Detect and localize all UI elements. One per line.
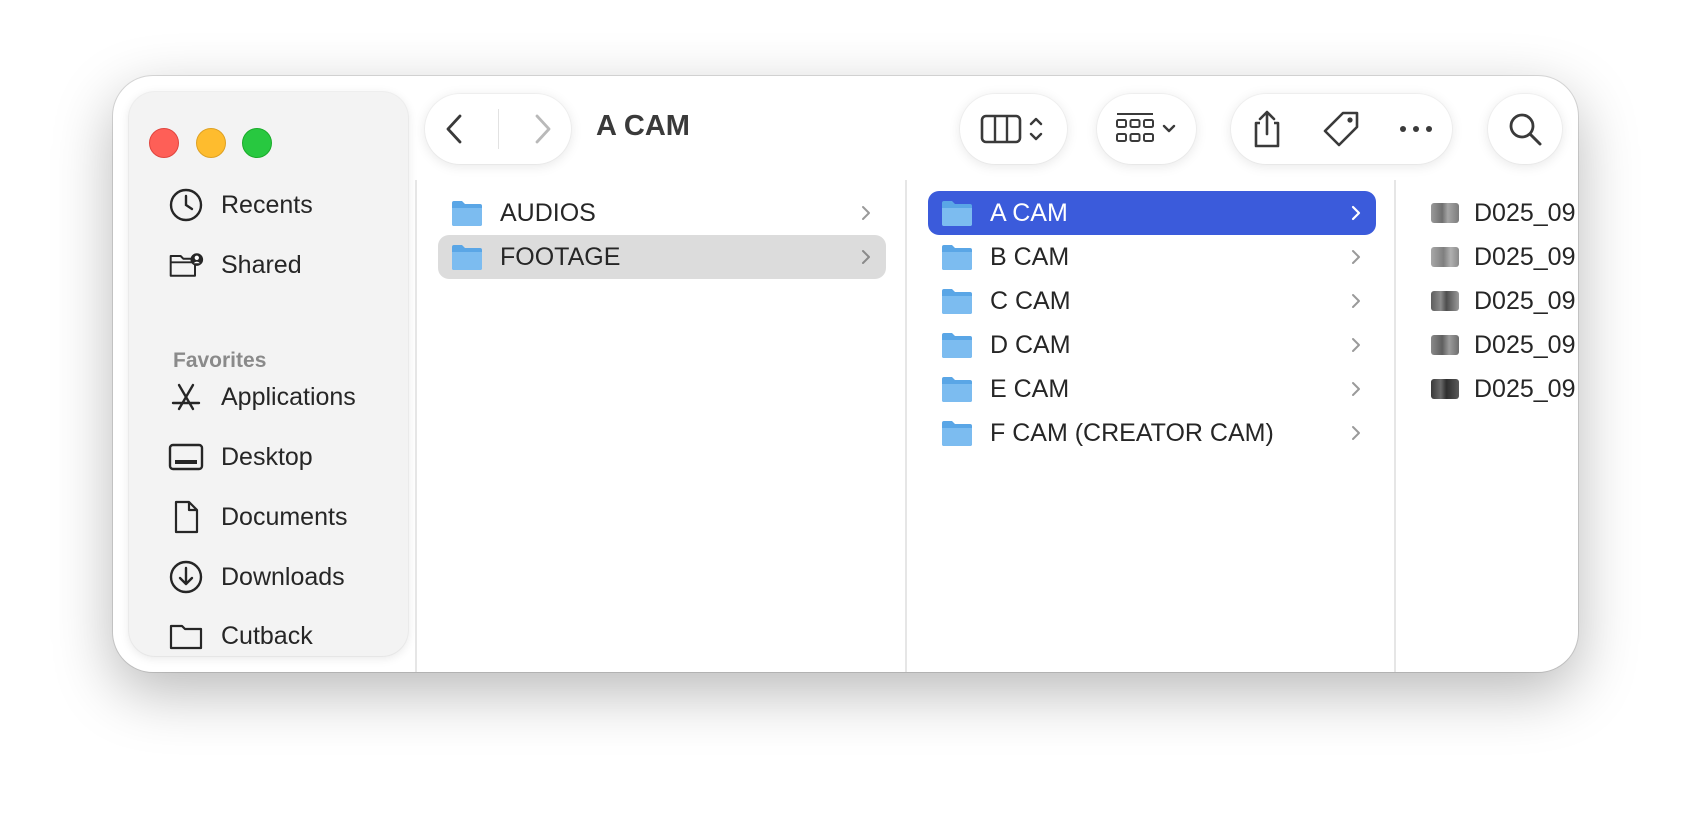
column-row-footage[interactable]: FOOTAGE (438, 235, 886, 279)
sidebar: Recents Shared Favorites Applications De… (129, 92, 408, 656)
video-thumbnail (1431, 379, 1459, 399)
back-button[interactable] (441, 112, 467, 146)
chevron-right-icon (1351, 205, 1361, 221)
file-row[interactable]: D025_09 (1396, 323, 1578, 367)
row-label: B CAM (990, 242, 1070, 271)
row-label: D025_09 (1474, 286, 1576, 315)
ellipsis-icon (1399, 126, 1432, 132)
row-label: D025_09 (1474, 198, 1576, 227)
applications-icon (167, 378, 205, 416)
video-thumbnail (1431, 203, 1459, 223)
document-icon (167, 498, 205, 536)
group-grid-icon (1115, 113, 1175, 142)
column-row-e-cam[interactable]: E CAM (928, 367, 1376, 411)
column-row-d-cam[interactable]: D CAM (928, 323, 1376, 367)
sidebar-item-label: Documents (221, 502, 348, 531)
folder-icon (452, 245, 482, 270)
sidebar-item-cutback[interactable]: Cutback (167, 614, 313, 656)
download-icon (167, 558, 205, 596)
column-row-c-cam[interactable]: C CAM (928, 279, 1376, 323)
folder-icon (942, 377, 972, 402)
chevron-right-icon (862, 206, 870, 220)
folder-icon (167, 617, 205, 655)
column-row-a-cam[interactable]: A CAM (928, 191, 1376, 235)
navigation-controls (425, 94, 571, 164)
desktop-icon (167, 438, 205, 476)
tag-icon (1324, 111, 1359, 147)
sidebar-item-label: Desktop (221, 442, 313, 471)
file-row[interactable]: D025_09 (1396, 191, 1578, 235)
sidebar-item-desktop[interactable]: Desktop (167, 435, 313, 479)
folder-icon (942, 421, 972, 446)
share-icon (1254, 110, 1280, 148)
more-button[interactable] (1398, 123, 1434, 135)
row-label: F CAM (CREATOR CAM) (990, 418, 1274, 447)
chevron-right-icon (1352, 294, 1360, 308)
column-row-b-cam[interactable]: B CAM (928, 235, 1376, 279)
action-controls (1231, 94, 1452, 164)
sidebar-item-label: Downloads (221, 562, 345, 591)
zoom-window-button[interactable] (242, 128, 272, 158)
tag-button[interactable] (1321, 109, 1361, 149)
row-label: D025_09 (1474, 374, 1576, 403)
column-row-f-cam[interactable]: F CAM (CREATOR CAM) (928, 411, 1376, 455)
view-mode-button[interactable] (960, 94, 1067, 164)
chevron-right-icon (1352, 426, 1360, 440)
row-label: E CAM (990, 374, 1070, 403)
shared-folder-icon (167, 246, 205, 284)
search-button[interactable] (1488, 94, 1562, 164)
chevron-right-icon (1352, 382, 1360, 396)
row-label: D CAM (990, 330, 1071, 359)
row-label: D025_09 (1474, 330, 1576, 359)
video-thumbnail (1431, 291, 1459, 311)
sidebar-item-label: Recents (221, 190, 313, 219)
file-row[interactable]: D025_09 (1396, 279, 1578, 323)
chevron-right-icon (862, 250, 870, 264)
sidebar-item-shared[interactable]: Shared (167, 243, 302, 287)
search-icon (1509, 113, 1542, 146)
sidebar-item-label: Shared (221, 250, 302, 279)
chevron-right-icon (1352, 250, 1360, 264)
folder-icon (942, 289, 972, 314)
column-divider (905, 180, 907, 672)
minimize-window-button[interactable] (196, 128, 226, 158)
row-label: A CAM (990, 198, 1068, 227)
close-window-button[interactable] (149, 128, 179, 158)
window-title: A CAM (596, 110, 690, 142)
row-label: C CAM (990, 286, 1071, 315)
sidebar-item-documents[interactable]: Documents (167, 495, 347, 539)
sidebar-item-recents[interactable]: Recents (167, 183, 313, 227)
sidebar-item-label: Applications (221, 382, 356, 411)
folder-icon (942, 333, 972, 358)
forward-button[interactable] (530, 112, 556, 146)
video-thumbnail (1431, 335, 1459, 355)
group-by-button[interactable] (1097, 94, 1196, 164)
file-row[interactable]: D025_09 (1396, 367, 1578, 411)
video-thumbnail (1431, 247, 1459, 267)
row-label: AUDIOS (500, 198, 596, 227)
column-row-audios[interactable]: AUDIOS (438, 191, 886, 235)
row-label: D025_09 (1474, 242, 1576, 271)
folder-icon (942, 245, 972, 270)
chevron-left-icon (446, 114, 461, 144)
share-button[interactable] (1249, 109, 1285, 149)
finder-window: Recents Shared Favorites Applications De… (113, 76, 1578, 672)
file-row[interactable]: D025_09 (1396, 235, 1578, 279)
row-label: FOOTAGE (500, 242, 621, 271)
column-divider (415, 180, 417, 672)
folder-icon (942, 201, 972, 226)
folder-icon (452, 201, 482, 226)
favorites-heading: Favorites (173, 349, 267, 372)
chevron-right-icon (535, 114, 550, 144)
clock-icon (167, 186, 205, 224)
nav-divider (497, 109, 499, 149)
chevron-right-icon (1352, 338, 1360, 352)
sidebar-item-downloads[interactable]: Downloads (167, 555, 345, 599)
sidebar-item-applications[interactable]: Applications (167, 375, 356, 419)
column-view-icon (980, 114, 1042, 144)
sidebar-item-label: Cutback (221, 621, 313, 650)
